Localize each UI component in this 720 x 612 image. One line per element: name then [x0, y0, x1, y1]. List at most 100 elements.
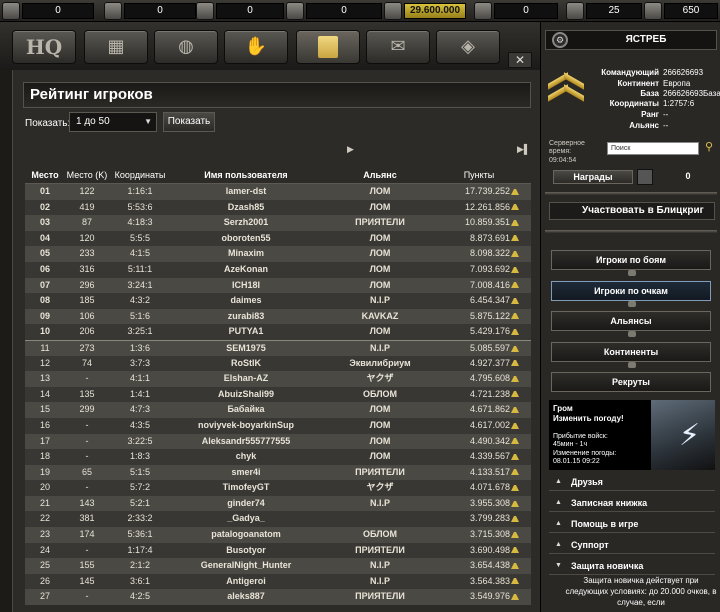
cell-alliance[interactable]	[321, 511, 439, 527]
cell-alliance[interactable]: ЛОМ	[321, 231, 439, 247]
cell-username[interactable]: TimofeyGT	[171, 480, 321, 496]
search-icon[interactable]: ⚲	[705, 140, 717, 153]
table-row: 13 - 4:1:1 Elshan-AZ ヤクザ 4.795.608	[25, 371, 531, 387]
cell-username[interactable]: AbuizShali99	[171, 387, 321, 403]
cell-username[interactable]: Minaxim	[171, 246, 321, 262]
cell-username[interactable]: RoStIK	[171, 356, 321, 372]
cell-alliance[interactable]: ЛОМ	[321, 262, 439, 278]
cell-username[interactable]: Dzash85	[171, 200, 321, 216]
cell-alliance[interactable]: N.I.P	[321, 341, 439, 356]
weather-change-link[interactable]: Изменить погоду!	[553, 414, 624, 423]
tab-hq[interactable]: HQ	[12, 30, 76, 64]
cell-alliance[interactable]: ЛОМ	[321, 324, 439, 340]
cell-rank-k-text: 145	[79, 575, 95, 586]
cell-alliance[interactable]: ヤクザ	[321, 371, 439, 387]
cell-alliance[interactable]: N.I.P	[321, 574, 439, 590]
cell-username[interactable]: smer4i	[171, 465, 321, 481]
cell-coordinates-text: 1:4:1	[129, 388, 151, 399]
cell-username[interactable]: aleks887	[171, 589, 321, 605]
cell-alliance[interactable]: ОБЛОМ	[321, 387, 439, 403]
cell-alliance[interactable]: ЛОМ	[321, 449, 439, 465]
cell-username[interactable]: Antigeroi	[171, 574, 321, 590]
accordion-notebook[interactable]: ▲ Записная книжка	[549, 494, 715, 512]
cell-alliance[interactable]: ПРИЯТЕЛИ	[321, 543, 439, 559]
cell-alliance[interactable]: ЛОМ	[321, 434, 439, 450]
cell-username[interactable]: Elshan-AZ	[171, 371, 321, 387]
cell-points-text: 3.549.976	[469, 591, 510, 602]
last-page-icon[interactable]: ▶▌	[517, 144, 530, 155]
tab-alliance[interactable]: ✋	[224, 30, 288, 64]
cell-username[interactable]: noviyvek-boyarkinSup	[171, 418, 321, 434]
cell-alliance[interactable]: N.I.P	[321, 293, 439, 309]
cell-alliance[interactable]: N.I.P	[321, 496, 439, 512]
tab-world[interactable]: ◍	[154, 30, 218, 64]
cell-username[interactable]: patalogoanatom	[171, 527, 321, 543]
cell-coordinates: 3:6:1	[109, 574, 171, 590]
continents-button[interactable]: Континенты	[551, 342, 711, 368]
cell-username[interactable]: chyk	[171, 449, 321, 465]
cell-username[interactable]: ginder74	[171, 496, 321, 512]
search-input[interactable]: Поиск	[607, 142, 699, 155]
cell-username[interactable]: Busotyor	[171, 543, 321, 559]
show-button[interactable]: Показать	[163, 112, 215, 132]
recruits-button[interactable]: Рекруты	[551, 372, 711, 392]
cell-alliance[interactable]: ЛОМ	[321, 278, 439, 294]
cell-rank-text: 13	[39, 373, 50, 384]
range-select[interactable]: 1 до 50 ▼	[69, 112, 157, 132]
cell-rank-k: -	[65, 449, 109, 465]
cell-alliance[interactable]: ЛОМ	[321, 402, 439, 418]
tab-ranking[interactable]	[296, 30, 360, 64]
players-by-battles-button[interactable]: Игроки по боям	[551, 250, 711, 276]
cell-username[interactable]: zurabi83	[171, 309, 321, 325]
weather-widget[interactable]: ⚡ Гром Изменить погоду! Прибытие войск: …	[549, 400, 715, 470]
blitzkrieg-button[interactable]: Участвовать в Блицкриг	[549, 202, 715, 220]
points-icon	[511, 562, 519, 569]
cell-alliance[interactable]: ПРИЯТЕЛИ	[321, 215, 439, 231]
cell-alliance[interactable]: Эквилибриум	[321, 356, 439, 372]
cell-alliance[interactable]: ЛОМ	[321, 418, 439, 434]
tab-map[interactable]: ▦	[84, 30, 148, 64]
cell-alliance[interactable]: ПРИЯТЕЛИ	[321, 589, 439, 605]
cell-rank-k: -	[65, 589, 109, 605]
cell-rank-k-text: 273	[79, 342, 95, 353]
cell-username[interactable]: daimes	[171, 293, 321, 309]
cell-username[interactable]: GeneralNight_Hunter	[171, 558, 321, 574]
cell-alliance[interactable]: ЛОМ	[321, 246, 439, 262]
cell-username[interactable]: Бабайка	[171, 402, 321, 418]
accordion-friends[interactable]: ▲ Друзья	[549, 473, 715, 491]
cell-points: 4.617.002	[439, 418, 521, 434]
cell-username[interactable]: Aleksandr555777555	[171, 434, 321, 450]
cell-username[interactable]: _Gadya_	[171, 511, 321, 527]
cell-username[interactable]: PUTYA1	[171, 324, 321, 340]
cell-alliance-text: N.I.P	[369, 342, 390, 353]
cell-alliance[interactable]: KAVKAZ	[321, 309, 439, 325]
cell-alliance[interactable]: N.I.P	[321, 558, 439, 574]
awards-button[interactable]: Награды	[553, 170, 633, 184]
accordion-support[interactable]: ▲ Суппорт	[549, 536, 715, 554]
table-row: 01 122 1:16:1 lamer-dst ЛОМ 17.739.252	[25, 184, 531, 200]
cell-alliance[interactable]: ヤクザ	[321, 480, 439, 496]
cell-alliance[interactable]: ПРИЯТЕЛИ	[321, 465, 439, 481]
players-by-points-button[interactable]: Игроки по очкам	[551, 281, 711, 307]
cell-username[interactable]: oboroten55	[171, 231, 321, 247]
tab-layers[interactable]: ◈	[436, 30, 500, 64]
weather-change-label: Изменение погоды:	[553, 450, 617, 457]
alliances-button[interactable]: Альянсы	[551, 311, 711, 337]
cell-alliance[interactable]: ЛОМ	[321, 184, 439, 200]
layers-icon: ◈	[461, 36, 475, 56]
cell-username[interactable]: lamer-dst	[171, 184, 321, 200]
cell-alliance[interactable]: ОБЛОМ	[321, 527, 439, 543]
cell-rank-text: 11	[40, 342, 50, 353]
cell-username-text: noviyvek-boyarkinSup	[197, 419, 295, 430]
cell-username[interactable]: SEM1975	[171, 341, 321, 356]
cell-username[interactable]: Serzh2001	[171, 215, 321, 231]
close-icon[interactable]: ✕	[508, 52, 532, 68]
cell-username[interactable]: ICH18I	[171, 278, 321, 294]
settings-icon[interactable]: ⚙	[552, 32, 568, 48]
accordion-newbie-protection[interactable]: ▼ Защита новичка	[549, 557, 715, 575]
next-page-icon[interactable]: ▶	[347, 144, 357, 155]
cell-alliance[interactable]: ЛОМ	[321, 200, 439, 216]
cell-username[interactable]: AzeKonan	[171, 262, 321, 278]
tab-mail[interactable]: ✉	[366, 30, 430, 64]
accordion-help[interactable]: ▲ Помощь в игре	[549, 515, 715, 533]
